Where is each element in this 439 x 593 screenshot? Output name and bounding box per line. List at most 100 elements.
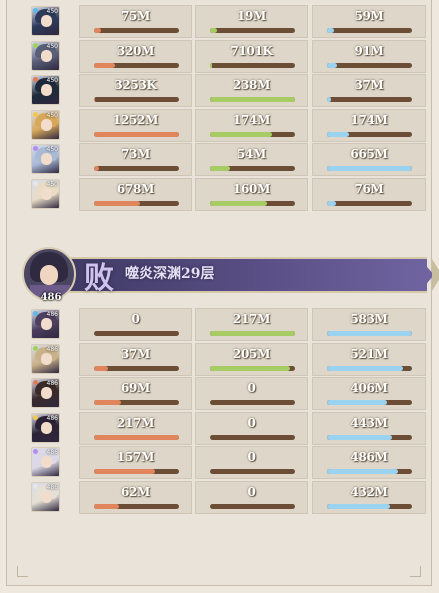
damage-taken-value: 0	[247, 484, 256, 499]
portrait-level: 486	[46, 380, 58, 387]
stat-bar-fill	[94, 62, 116, 68]
stat-bar-fill	[210, 200, 267, 206]
healing-cell: 76M	[312, 177, 426, 211]
portrait-face	[41, 456, 52, 468]
stat-bar	[327, 331, 412, 336]
stat-bar	[94, 200, 179, 206]
stat-bar	[327, 62, 412, 68]
element-icon	[33, 311, 38, 316]
hero-portrait-icon[interactable]: 450	[31, 144, 60, 174]
stat-bar	[94, 503, 179, 509]
stat-bar	[94, 28, 179, 33]
stat-bar	[327, 28, 412, 33]
stat-bar-fill	[210, 166, 230, 171]
portrait-level: 486	[46, 311, 58, 318]
stat-bar-fill	[94, 131, 179, 137]
stat-row: 486 37M 205M 521M	[19, 342, 427, 376]
stat-bar-fill	[327, 400, 387, 405]
stat-bar-fill	[327, 62, 338, 68]
hero-portrait-icon[interactable]: 450	[31, 40, 60, 71]
element-icon	[33, 449, 38, 454]
element-icon	[33, 8, 38, 13]
enemy-portrait-icon[interactable]: 486	[31, 412, 60, 443]
stat-bar	[210, 166, 295, 171]
stat-bar	[327, 503, 412, 509]
stat-bar-fill	[210, 62, 212, 68]
portrait-level: 486	[46, 449, 58, 456]
portrait-face	[41, 15, 52, 27]
hero-portrait-icon[interactable]: 450	[31, 178, 60, 209]
portrait-level: 450	[46, 180, 58, 188]
stat-bar	[327, 400, 412, 405]
healing-cell: 91M	[312, 39, 426, 73]
enemy-portrait-icon[interactable]: 486	[31, 309, 60, 339]
portrait-level: 450	[46, 111, 58, 119]
healing-cell: 37M	[312, 74, 426, 107]
stat-row: 486 217M 0 443M	[19, 411, 427, 445]
damage-dealt-cell: 73M	[79, 143, 192, 176]
damage-taken-cell: 217M	[195, 308, 308, 341]
stat-bar-fill	[327, 503, 390, 509]
stat-bar-fill	[94, 503, 119, 509]
stat-bar	[94, 469, 179, 474]
hero-portrait-icon[interactable]: 450	[31, 109, 60, 140]
portrait-level: 486	[46, 483, 58, 491]
stat-row: 486 69M 0 406M	[19, 377, 427, 410]
damage-dealt-cell: 157M	[79, 446, 192, 479]
stat-bar-fill	[94, 97, 95, 102]
stat-bar	[94, 131, 179, 137]
stat-bar	[327, 97, 412, 102]
portrait-level: 450	[46, 77, 58, 84]
damage-dealt-value: 75M	[120, 9, 151, 23]
portrait-face	[41, 352, 52, 365]
stat-bar	[94, 434, 179, 440]
element-icon	[33, 345, 38, 351]
damage-dealt-value: 73M	[120, 147, 151, 161]
stat-bar	[327, 200, 412, 206]
element-icon	[33, 180, 38, 186]
enemy-portrait-icon[interactable]: 486	[31, 481, 60, 512]
healing-value: 76M	[354, 181, 384, 196]
healing-cell: 59M	[312, 5, 426, 38]
stat-bar	[210, 331, 295, 336]
damage-dealt-value: 1252M	[112, 112, 159, 127]
damage-dealt-cell: 69M	[79, 377, 192, 410]
damage-taken-cell: 0	[195, 446, 308, 479]
element-icon	[33, 483, 38, 489]
damage-taken-value: 238M	[232, 78, 271, 92]
damage-dealt-value: 217M	[116, 415, 155, 430]
player-level: 486	[40, 292, 62, 303]
hero-portrait-icon[interactable]: 450	[31, 6, 60, 36]
hero-portrait-icon[interactable]: 450	[31, 75, 60, 105]
stat-bar-fill	[94, 400, 122, 405]
stat-bar	[327, 131, 412, 137]
portrait-face	[41, 421, 52, 434]
element-icon	[33, 111, 38, 117]
damage-dealt-cell: 217M	[79, 411, 192, 445]
enemy-portrait-icon[interactable]: 486	[31, 378, 60, 408]
stat-bar-fill	[327, 166, 412, 171]
stat-bar	[210, 28, 295, 33]
damage-taken-cell: 160M	[195, 177, 308, 211]
damage-dealt-cell: 37M	[79, 342, 192, 376]
banner-arrow-outline	[432, 259, 439, 291]
stat-bar	[327, 469, 412, 474]
battle-result: 败	[84, 261, 114, 296]
stat-bar-fill	[327, 434, 392, 440]
healing-value: 174M	[350, 112, 388, 127]
damage-dealt-cell: 3253K	[79, 74, 192, 107]
healing-cell: 174M	[312, 108, 426, 142]
damage-taken-cell: 174M	[195, 108, 308, 142]
stage-name: 噬炎深渊29层	[125, 266, 215, 282]
avatar-face	[40, 265, 58, 285]
damage-taken-value: 217M	[232, 312, 271, 326]
stat-row: 450 73M 54M 665M	[19, 143, 427, 176]
enemy-portrait-icon[interactable]: 486	[31, 447, 60, 477]
healing-value: 59M	[354, 9, 384, 23]
stat-bar-fill	[94, 365, 109, 371]
enemy-portrait-icon[interactable]: 486	[31, 343, 60, 374]
healing-value: 37M	[354, 78, 384, 92]
stat-bar-fill	[327, 200, 337, 206]
stat-bar-fill	[327, 469, 398, 474]
damage-dealt-value: 62M	[120, 484, 151, 499]
